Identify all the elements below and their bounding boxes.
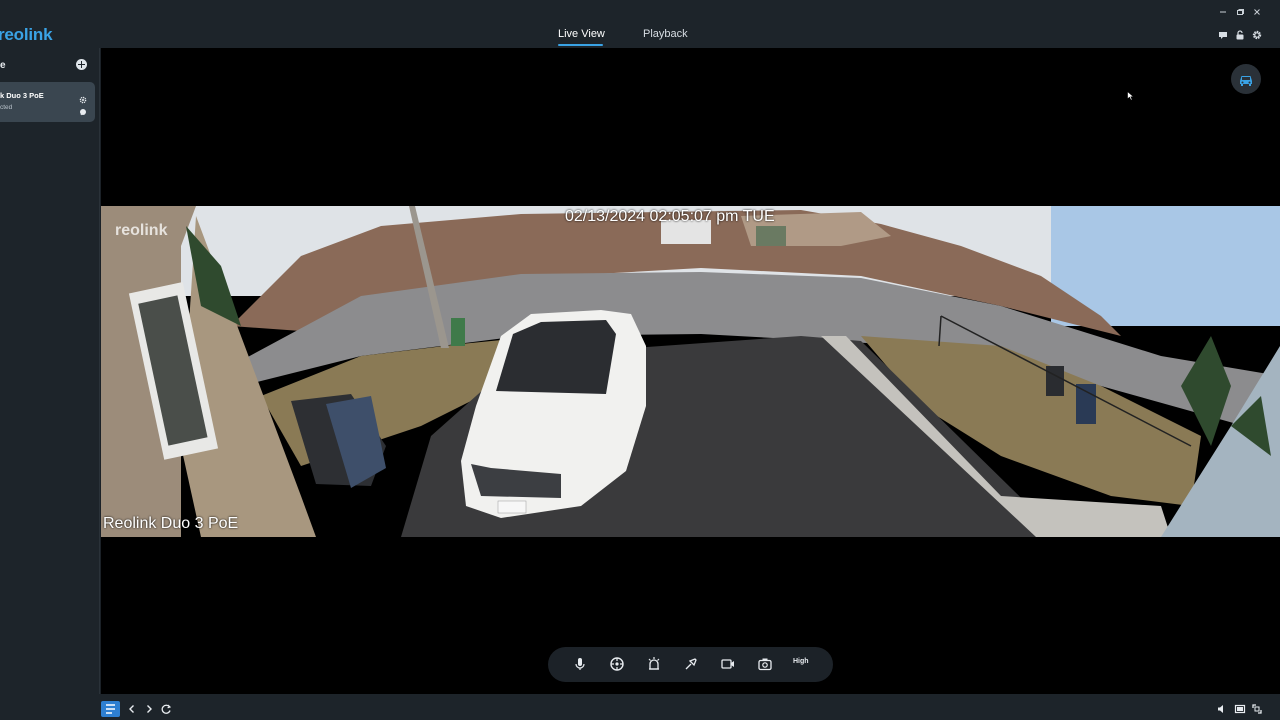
restore-icon[interactable]: [1234, 6, 1246, 21]
gear-icon[interactable]: [1251, 28, 1263, 40]
device-sidebar: e k Duo 3 PoE cted: [0, 48, 100, 694]
minimize-icon[interactable]: [1217, 6, 1229, 21]
screen-icon[interactable]: [1234, 702, 1246, 714]
device-name: k Duo 3 PoE: [0, 91, 44, 100]
sidebar-heading: e: [0, 60, 6, 71]
vehicle-icon[interactable]: [1231, 64, 1261, 94]
fullscreen-icon[interactable]: [1251, 702, 1263, 714]
message-icon[interactable]: [1217, 28, 1229, 40]
siren-icon[interactable]: [646, 656, 662, 672]
next-icon[interactable]: [143, 702, 155, 714]
spotlight-icon[interactable]: [683, 656, 699, 672]
osd-watermark: reolink: [115, 222, 168, 239]
tab-live-view[interactable]: Live View: [558, 28, 605, 40]
osd-timestamp: 02/13/2024 02:05:07 pm TUE: [565, 208, 775, 225]
app-window: reolink Live View Playback e k Duo 3 PoE…: [0, 0, 1280, 720]
device-settings-icon[interactable]: [79, 91, 87, 104]
active-tab-indicator: [558, 44, 603, 46]
osd-camera-name: Reolink Duo 3 PoE: [103, 515, 239, 532]
refresh-icon[interactable]: [160, 702, 172, 714]
device-status: cted: [0, 104, 13, 111]
close-icon[interactable]: [1251, 6, 1263, 21]
bottom-toolbar: [0, 694, 1280, 720]
stream-quality-button[interactable]: High: [793, 658, 809, 665]
add-device-button[interactable]: [76, 59, 87, 70]
prev-icon[interactable]: [126, 702, 138, 714]
ptz-icon[interactable]: [609, 656, 625, 672]
view-tabs: Live View Playback: [0, 0, 1280, 48]
device-message-icon[interactable]: [79, 103, 87, 116]
lock-icon[interactable]: [1234, 28, 1246, 40]
record-icon[interactable]: [720, 656, 736, 672]
device-list-item[interactable]: k Duo 3 PoE cted: [0, 82, 95, 122]
title-bar: reolink Live View Playback: [0, 0, 1280, 48]
snapshot-icon[interactable]: [757, 656, 773, 672]
live-view-area[interactable]: 02/13/2024 02:05:07 pm TUE reolink Reoli…: [101, 48, 1280, 694]
mouse-cursor-icon: [1127, 88, 1135, 101]
tab-playback[interactable]: Playback: [643, 28, 688, 40]
microphone-icon[interactable]: [572, 656, 588, 672]
volume-icon[interactable]: [1216, 702, 1228, 714]
live-controls-bar: High: [548, 647, 833, 682]
camera-video-feed[interactable]: [101, 206, 1280, 537]
layout-icon[interactable]: [101, 701, 120, 717]
